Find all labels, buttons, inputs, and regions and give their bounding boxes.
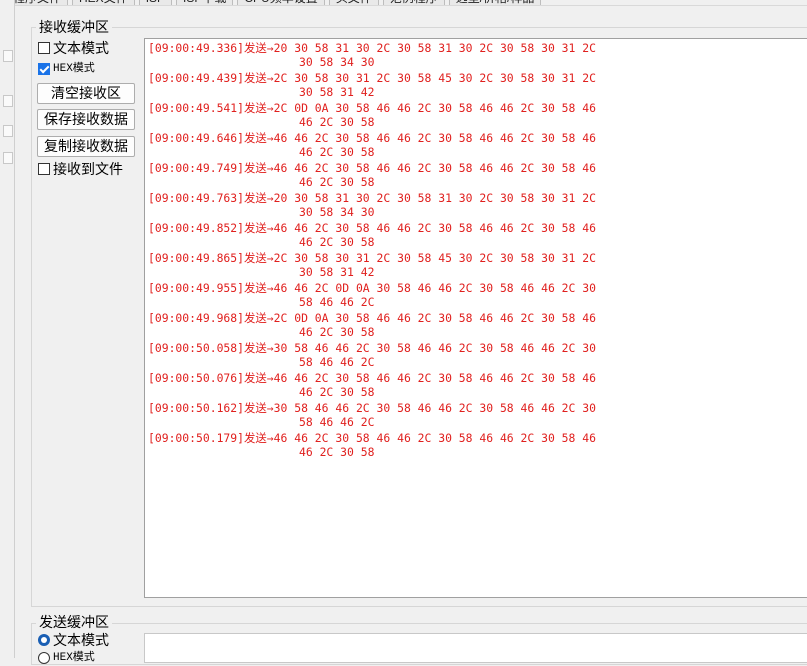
receive-line: [09:00:49.646]发送→46 46 2C 30 58 46 46 2C… (148, 131, 596, 145)
radio-dot[interactable] (38, 634, 50, 646)
send-text-mode-radio[interactable]: 文本模式 (38, 632, 109, 648)
receive-line: [09:00:49.541]发送→2C 0D 0A 30 58 46 46 2C… (148, 101, 596, 115)
edge-tab[interactable] (3, 152, 13, 164)
send-buffer-title: 发送缓冲区 (36, 614, 112, 630)
receive-line: [09:00:50.162]发送→30 58 46 46 2C 30 58 46… (148, 401, 596, 415)
receive-line-continuation: 30 58 31 42 (299, 265, 375, 279)
receive-text-mode-checkbox[interactable]: 文本模式 (38, 40, 109, 56)
checkbox-box[interactable] (38, 42, 50, 54)
receive-line-continuation: 46 2C 30 58 (299, 445, 375, 459)
receive-text-mode-label: 文本模式 (53, 40, 109, 56)
receive-line-continuation: 46 2C 30 58 (299, 145, 375, 159)
top-tab[interactable]: ISP (138, 0, 173, 5)
send-text-area[interactable] (144, 633, 807, 663)
edge-tab[interactable] (3, 50, 13, 62)
top-tab[interactable]: 头文件 (328, 0, 379, 5)
receive-line-continuation: 58 46 46 2C (299, 295, 375, 309)
receive-line: [09:00:49.955]发送→46 46 2C 0D 0A 30 58 46… (148, 281, 596, 295)
top-tab[interactable]: CPU频率设置 (237, 0, 325, 5)
receive-line-continuation: 30 58 34 30 (299, 205, 375, 219)
top-tab[interactable]: ISP下载 (176, 0, 234, 5)
receive-text-area[interactable]: [09:00:49.336]发送→20 30 58 31 30 2C 30 58… (144, 38, 807, 598)
receive-line: [09:00:49.865]发送→2C 30 58 30 31 2C 30 58… (148, 251, 596, 265)
radio-dot[interactable] (38, 652, 50, 664)
receive-line: [09:00:49.439]发送→2C 30 58 30 31 2C 30 58… (148, 71, 596, 85)
left-panel-edge (0, 0, 15, 658)
receive-line-continuation: 46 2C 30 58 (299, 235, 375, 249)
save-receive-data-button[interactable]: 保存接收数据 (37, 109, 135, 130)
receive-hex-mode-checkbox[interactable]: HEX模式 (38, 61, 95, 77)
receive-to-file-label: 接收到文件 (53, 161, 123, 177)
checkbox-box[interactable] (38, 163, 50, 175)
receive-line-continuation: 46 2C 30 58 (299, 325, 375, 339)
receive-line: [09:00:50.179]发送→46 46 2C 30 58 46 46 2C… (148, 431, 596, 445)
top-tab[interactable]: 范例程序 (382, 0, 445, 5)
send-hex-mode-label: HEX模式 (53, 652, 95, 664)
top-tab[interactable]: HEX文件 (72, 0, 135, 5)
copy-receive-data-button[interactable]: 复制接收数据 (37, 136, 135, 157)
send-hex-mode-radio[interactable]: HEX模式 (38, 650, 95, 666)
receive-line-continuation: 58 46 46 2C (299, 415, 375, 429)
edge-tab[interactable] (3, 95, 13, 107)
receive-line-continuation: 58 46 46 2C (299, 355, 375, 369)
checkbox-box[interactable] (38, 63, 50, 75)
top-tab[interactable]: 程序文件 (6, 0, 69, 5)
receive-to-file-checkbox[interactable]: 接收到文件 (38, 161, 123, 177)
receive-line-continuation: 46 2C 30 58 (299, 385, 375, 399)
receive-buffer-title: 接收缓冲区 (36, 19, 112, 35)
receive-line: [09:00:49.749]发送→46 46 2C 30 58 46 46 2C… (148, 161, 596, 175)
top-tab[interactable]: 选型/价格/样品 (448, 0, 542, 5)
receive-line: [09:00:49.852]发送→46 46 2C 30 58 46 46 2C… (148, 221, 596, 235)
receive-line-continuation: 30 58 34 30 (299, 55, 375, 69)
top-tab-strip: 程序文件HEX文件ISPISP下载CPU频率设置头文件范例程序选型/价格/样品 (0, 0, 807, 6)
receive-hex-mode-label: HEX模式 (53, 63, 95, 75)
receive-line: [09:00:50.058]发送→30 58 46 46 2C 30 58 46… (148, 341, 596, 355)
edge-tab[interactable] (3, 125, 13, 137)
receive-line: [09:00:49.763]发送→20 30 58 31 30 2C 30 58… (148, 191, 596, 205)
receive-line-continuation: 46 2C 30 58 (299, 175, 375, 189)
receive-line-continuation: 46 2C 30 58 (299, 115, 375, 129)
send-text-mode-label: 文本模式 (53, 632, 109, 648)
receive-line: [09:00:49.336]发送→20 30 58 31 30 2C 30 58… (148, 41, 596, 55)
receive-line: [09:00:50.076]发送→46 46 2C 30 58 46 46 2C… (148, 371, 596, 385)
receive-line: [09:00:49.968]发送→2C 0D 0A 30 58 46 46 2C… (148, 311, 596, 325)
receive-line-continuation: 30 58 31 42 (299, 85, 375, 99)
clear-receive-button[interactable]: 清空接收区 (37, 83, 135, 104)
